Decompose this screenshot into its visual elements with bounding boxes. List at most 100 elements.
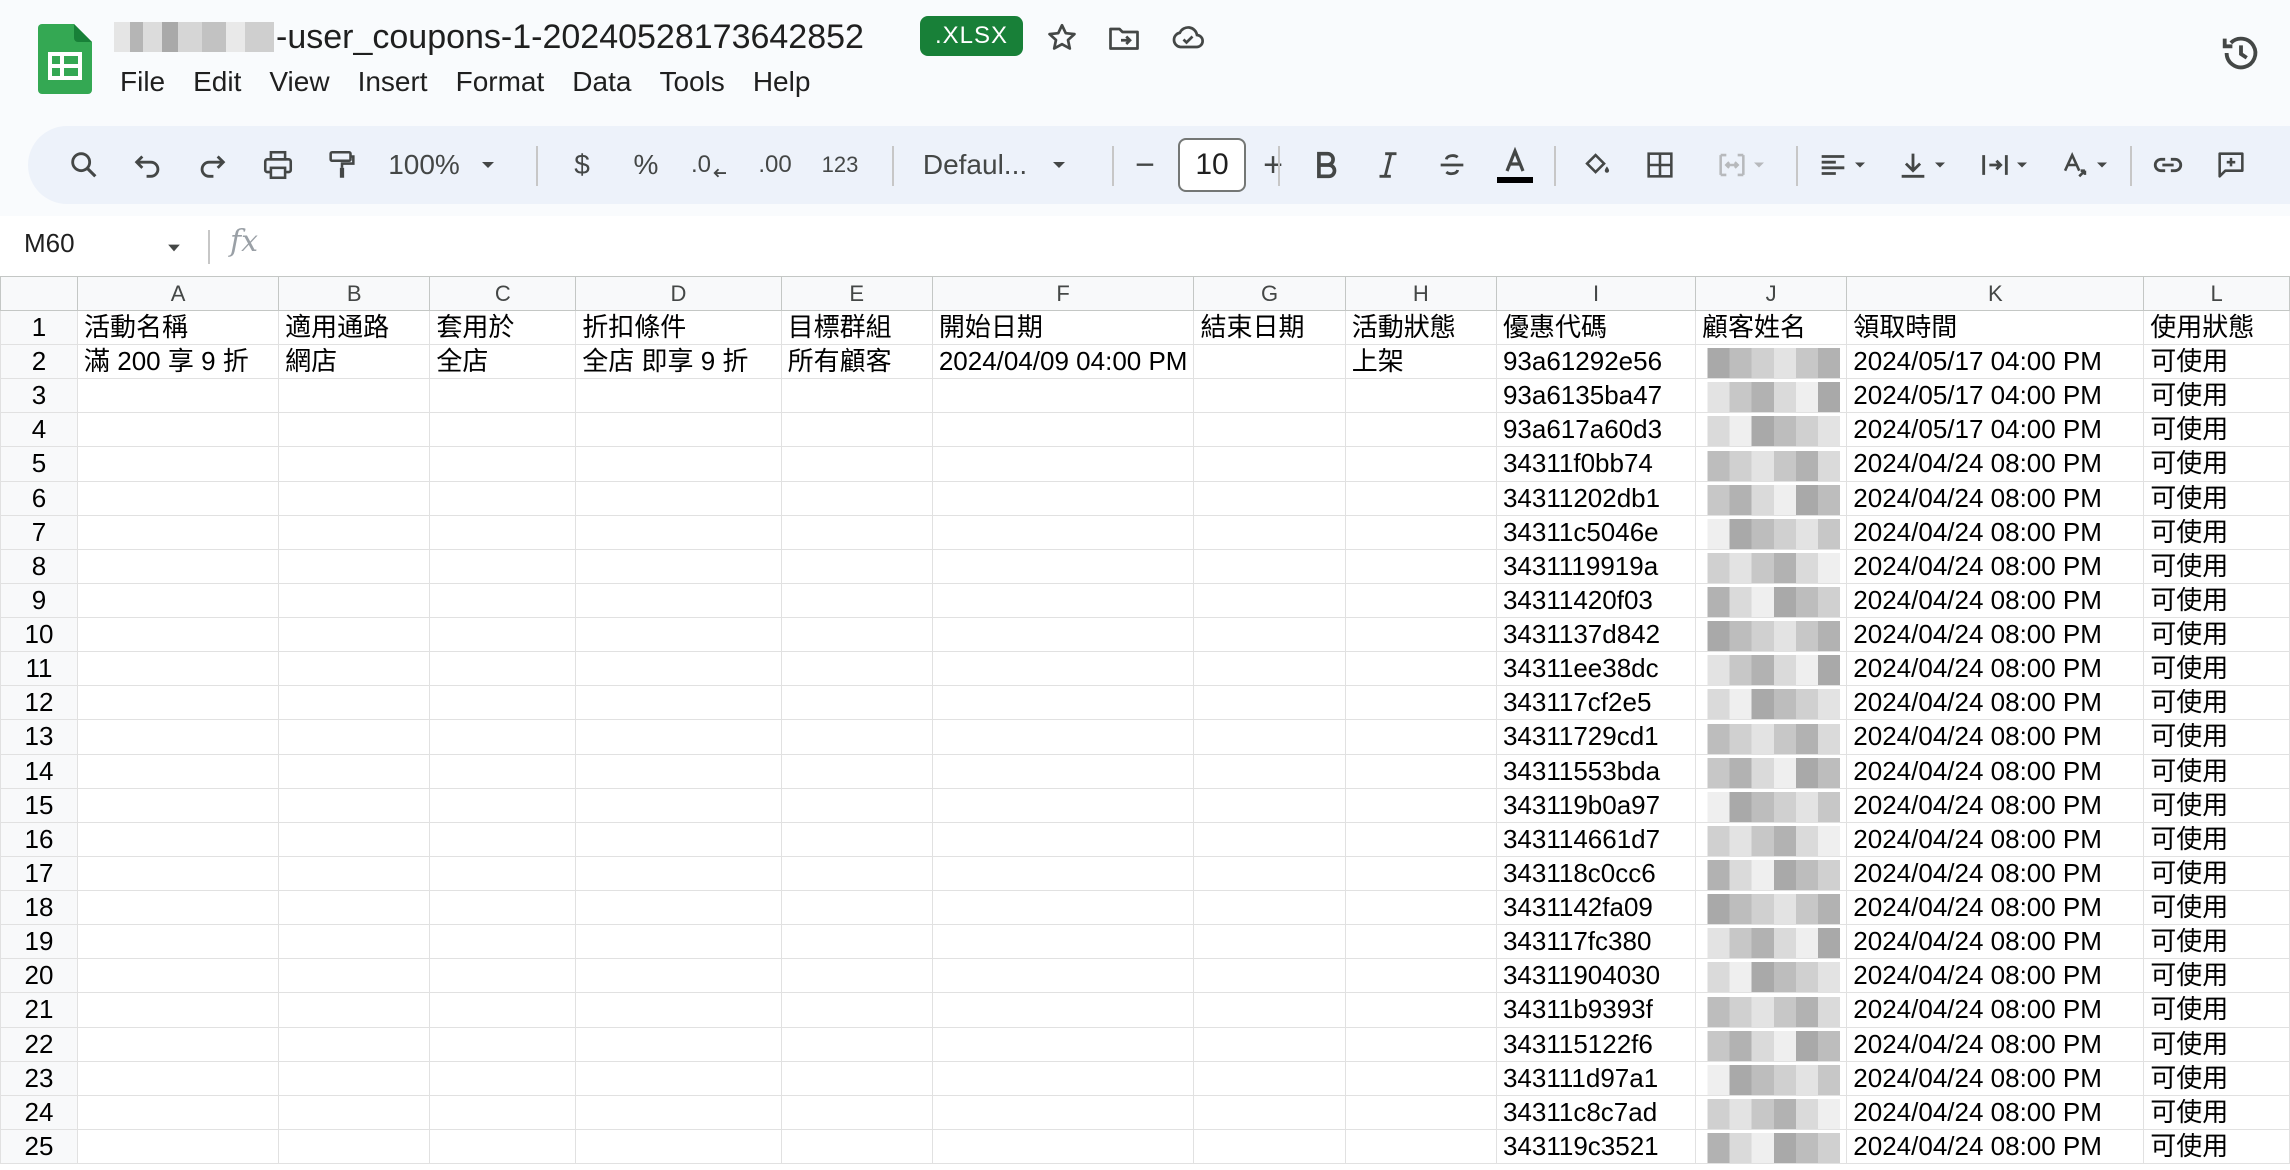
cell[interactable]: [1193, 753, 1346, 789]
column-header-b[interactable]: B: [278, 276, 431, 311]
cell[interactable]: [1193, 855, 1346, 892]
cell[interactable]: [931, 378, 1195, 414]
row-header[interactable]: 23: [0, 1060, 79, 1096]
cell[interactable]: [1344, 719, 1497, 755]
cell[interactable]: [780, 889, 933, 926]
cell[interactable]: [429, 582, 577, 619]
usage-status-cell[interactable]: 可使用: [2143, 1026, 2290, 1062]
cell[interactable]: 所有顧客: [780, 343, 933, 380]
cell[interactable]: [931, 582, 1195, 619]
paint-format-icon[interactable]: [318, 126, 366, 204]
claim-time-cell[interactable]: 2024/04/24 08:00 PM: [1846, 924, 2145, 960]
cell[interactable]: [429, 514, 577, 550]
cell[interactable]: [575, 548, 782, 584]
customer-name-cell[interactable]: [1695, 992, 1848, 1028]
cell[interactable]: [278, 480, 431, 516]
cell[interactable]: [1193, 378, 1346, 414]
coupon-code-cell[interactable]: 34311c8c7ad: [1495, 1094, 1697, 1130]
column-header-e[interactable]: E: [780, 276, 933, 311]
zoom-select[interactable]: 100%: [384, 126, 504, 204]
coupon-code-cell[interactable]: 93a61292e56: [1495, 343, 1697, 380]
cell[interactable]: [575, 378, 782, 414]
cell[interactable]: 活動狀態: [1344, 310, 1497, 345]
row-header[interactable]: 12: [0, 685, 79, 721]
coupon-code-cell[interactable]: 343111d97a1: [1495, 1060, 1697, 1096]
column-header-h[interactable]: H: [1344, 276, 1497, 311]
cell[interactable]: [931, 1026, 1195, 1062]
usage-status-cell[interactable]: 可使用: [2143, 855, 2290, 892]
percent-format-button[interactable]: %: [622, 126, 670, 204]
redo-icon[interactable]: [188, 126, 236, 204]
cell[interactable]: 結束日期: [1193, 310, 1346, 345]
cell[interactable]: [429, 480, 577, 516]
cell[interactable]: [780, 787, 933, 823]
cell[interactable]: [780, 1094, 933, 1130]
cell[interactable]: [1344, 651, 1497, 687]
cell[interactable]: [278, 958, 431, 994]
cell[interactable]: [780, 446, 933, 482]
coupon-code-cell[interactable]: 343119b0a97: [1495, 787, 1697, 823]
cell[interactable]: 滿 200 享 9 折: [77, 343, 280, 380]
menu-view[interactable]: View: [255, 62, 343, 102]
coupon-code-cell[interactable]: 34311729cd1: [1495, 719, 1697, 755]
cell[interactable]: [77, 1094, 280, 1130]
cell[interactable]: 全店: [429, 343, 577, 380]
cell[interactable]: [429, 821, 577, 857]
cell[interactable]: [278, 378, 431, 414]
claim-time-cell[interactable]: 2024/04/24 08:00 PM: [1846, 821, 2145, 857]
coupon-code-cell[interactable]: 34311b9393f: [1495, 992, 1697, 1028]
claim-time-cell[interactable]: 2024/04/24 08:00 PM: [1846, 651, 2145, 687]
chevron-down-icon[interactable]: [164, 238, 184, 258]
cell[interactable]: [575, 616, 782, 653]
print-icon[interactable]: [254, 126, 302, 204]
claim-time-cell[interactable]: 2024/04/24 08:00 PM: [1846, 719, 2145, 755]
cell[interactable]: [77, 855, 280, 892]
usage-status-cell[interactable]: 可使用: [2143, 582, 2290, 619]
cell[interactable]: [1193, 1128, 1346, 1165]
cell[interactable]: [780, 1128, 933, 1165]
cell[interactable]: [429, 889, 577, 926]
cell[interactable]: [278, 1060, 431, 1096]
bold-button[interactable]: [1302, 126, 1350, 204]
cell[interactable]: [429, 616, 577, 653]
column-header-f[interactable]: F: [931, 276, 1195, 311]
customer-name-cell[interactable]: [1695, 1060, 1848, 1096]
column-header-j[interactable]: J: [1695, 276, 1848, 311]
coupon-code-cell[interactable]: 3431137d842: [1495, 616, 1697, 653]
customer-name-cell[interactable]: [1695, 753, 1848, 789]
customer-name-cell[interactable]: [1695, 924, 1848, 960]
cell[interactable]: [931, 855, 1195, 892]
cell[interactable]: [429, 1026, 577, 1062]
row-header[interactable]: 14: [0, 753, 79, 789]
cell[interactable]: [278, 1094, 431, 1130]
coupon-code-cell[interactable]: 34311c5046e: [1495, 514, 1697, 550]
increase-font-size-button[interactable]: +: [1248, 126, 1298, 204]
cell[interactable]: [1193, 582, 1346, 619]
customer-name-cell[interactable]: [1695, 480, 1848, 516]
column-header-c[interactable]: C: [429, 276, 577, 311]
row-header[interactable]: 3: [0, 378, 79, 414]
usage-status-cell[interactable]: 可使用: [2143, 343, 2290, 380]
customer-name-cell[interactable]: [1695, 446, 1848, 482]
name-box[interactable]: M60: [24, 228, 75, 259]
claim-time-cell[interactable]: 2024/05/17 04:00 PM: [1846, 378, 2145, 414]
cell[interactable]: [1193, 651, 1346, 687]
decrease-decimal-button[interactable]: .0: [682, 126, 738, 204]
cell[interactable]: [931, 480, 1195, 516]
usage-status-cell[interactable]: 可使用: [2143, 1060, 2290, 1096]
cell[interactable]: [278, 855, 431, 892]
cell[interactable]: [780, 1026, 933, 1062]
coupon-code-cell[interactable]: 34311904030: [1495, 958, 1697, 994]
cell[interactable]: 領取時間: [1846, 310, 2145, 345]
coupon-code-cell[interactable]: 34311ee38dc: [1495, 651, 1697, 687]
coupon-code-cell[interactable]: 34311420f03: [1495, 582, 1697, 619]
customer-name-cell[interactable]: [1695, 719, 1848, 755]
cell[interactable]: [278, 616, 431, 653]
cell[interactable]: [1344, 685, 1497, 721]
claim-time-cell[interactable]: 2024/05/17 04:00 PM: [1846, 412, 2145, 448]
cell[interactable]: [1193, 616, 1346, 653]
cell[interactable]: [429, 992, 577, 1028]
cell[interactable]: [429, 685, 577, 721]
cell[interactable]: [1344, 753, 1497, 789]
row-header[interactable]: 16: [0, 821, 79, 857]
